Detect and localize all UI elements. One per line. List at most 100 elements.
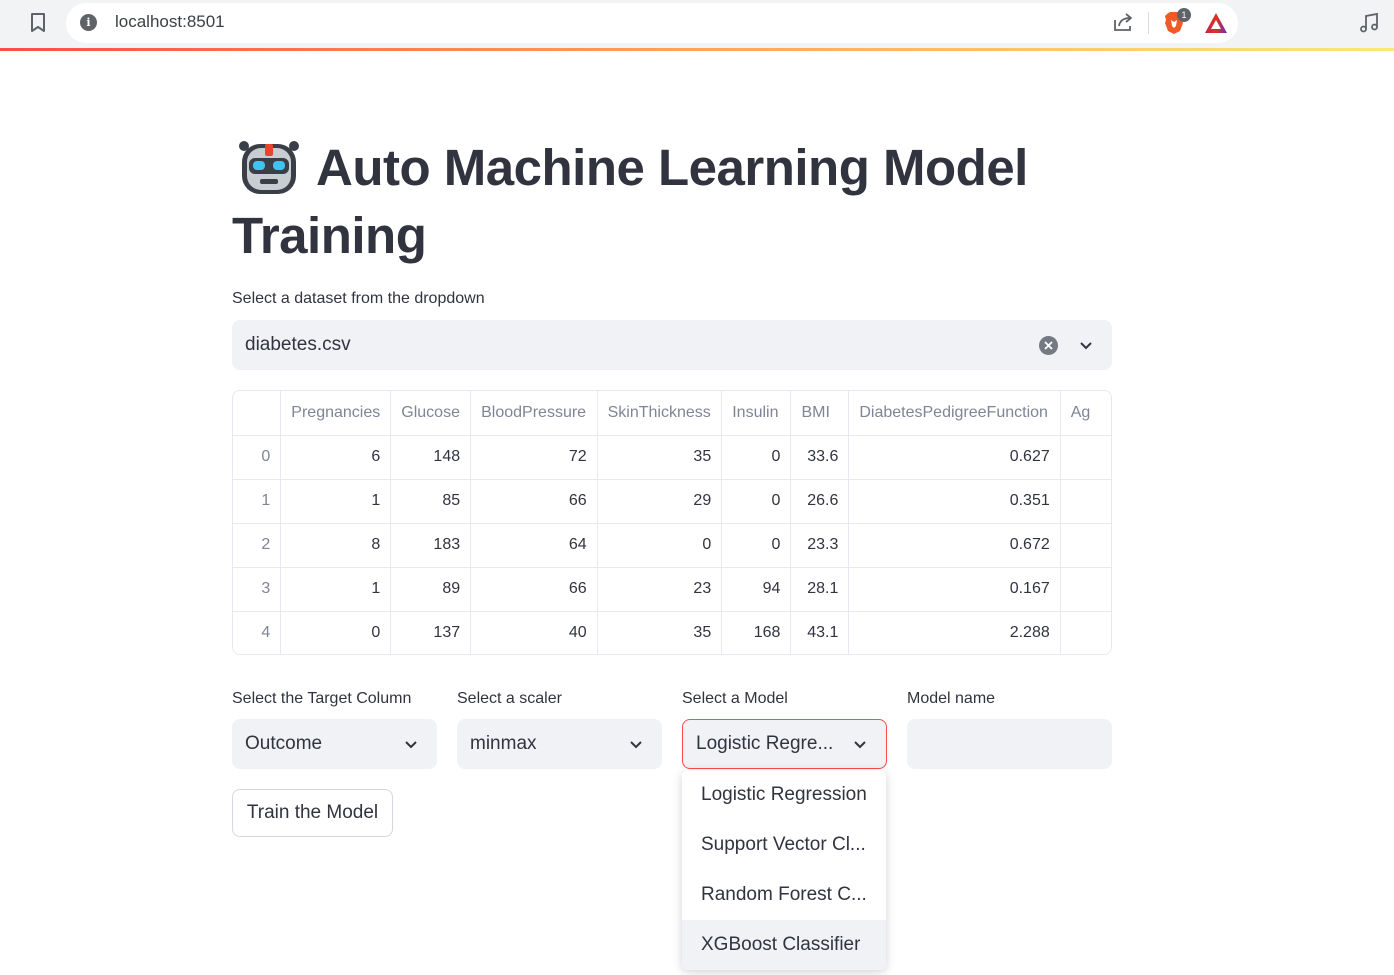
column-header[interactable]: BloodPressure (470, 391, 598, 436)
table-cell[interactable]: 0 (280, 611, 392, 654)
table-cell[interactable] (1060, 611, 1111, 654)
table-cell[interactable]: 183 (390, 523, 472, 568)
table-cell[interactable]: 26.6 (790, 479, 850, 524)
target-select-label: Select the Target Column (232, 690, 412, 707)
dropdown-option[interactable]: XGBoost Classifier (682, 920, 886, 970)
dropdown-option-label: Support Vector Cl... (701, 834, 866, 855)
table-cell[interactable]: 64 (470, 523, 598, 568)
share-icon[interactable] (1112, 11, 1134, 33)
table-cell[interactable]: 6 (280, 435, 392, 480)
table-cell[interactable]: 0 (721, 435, 792, 480)
row-index: 3 (233, 567, 282, 612)
row-index: 2 (233, 523, 282, 568)
target-column-select[interactable]: Outcome (232, 719, 437, 769)
column-header[interactable]: DiabetesPedigreeFunction (848, 391, 1061, 436)
dropdown-option-label: Random Forest C... (701, 884, 867, 905)
dataset-select-label: Select a dataset from the dropdown (232, 290, 485, 307)
table-row: 3 1 89 66 23 94 28.1 0.167 (233, 567, 1111, 612)
page-title-line2: Training (232, 207, 427, 264)
dropdown-option-label: Logistic Regression (701, 784, 867, 805)
table-row: 0 6 148 72 35 0 33.6 0.627 (233, 435, 1111, 480)
table-cell[interactable]: 43.1 (790, 611, 850, 654)
table-header-row: Pregnancies Glucose BloodPressure SkinTh… (233, 391, 1111, 436)
table-cell[interactable]: 85 (390, 479, 472, 524)
table-cell[interactable]: 89 (390, 567, 472, 612)
page-title-line1: Auto Machine Learning Model (316, 139, 1028, 196)
table-row: 2 8 183 64 0 0 23.3 0.672 (233, 523, 1111, 568)
brave-rewards-icon[interactable] (1204, 12, 1228, 34)
bookmark-icon[interactable] (28, 12, 48, 34)
model-name-input[interactable] (907, 719, 1112, 769)
dataset-select-value: diabetes.csv (245, 334, 351, 355)
scaler-select-value: minmax (470, 733, 537, 754)
column-header[interactable]: Insulin (721, 391, 792, 436)
table-cell[interactable]: 35 (597, 611, 723, 654)
table-cell[interactable]: 35 (597, 435, 723, 480)
model-select-label: Select a Model (682, 690, 788, 707)
dataset-select[interactable]: diabetes.csv (232, 320, 1112, 370)
model-dropdown-menu: Logistic Regression Support Vector Cl...… (682, 770, 886, 970)
dropdown-option[interactable]: Logistic Regression (682, 770, 886, 820)
table-cell[interactable]: 1 (280, 567, 392, 612)
table-cell[interactable]: 0.627 (848, 435, 1061, 480)
chevron-down-icon[interactable] (628, 736, 644, 752)
train-model-button[interactable]: Train the Model (232, 789, 393, 837)
app-loading-bar (0, 48, 1394, 51)
page-title: Auto Machine Learning Model Training (232, 134, 1112, 270)
table-row: 4 0 137 40 35 168 43.1 2.288 (233, 611, 1111, 654)
table-cell[interactable]: 137 (390, 611, 472, 654)
table-cell[interactable]: 23.3 (790, 523, 850, 568)
url-text[interactable]: localhost:8501 (115, 12, 225, 32)
address-bar[interactable] (66, 3, 1238, 43)
table-cell[interactable]: 94 (721, 567, 792, 612)
table-cell[interactable]: 40 (470, 611, 598, 654)
site-info-icon[interactable]: i (80, 14, 97, 31)
browser-toolbar: i localhost:8501 1 (0, 0, 1394, 48)
chevron-down-icon[interactable] (852, 736, 868, 752)
table-cell[interactable] (1060, 567, 1111, 612)
table-cell[interactable]: 0 (597, 523, 723, 568)
clear-icon[interactable] (1039, 335, 1058, 355)
table-cell[interactable] (1060, 523, 1111, 568)
row-index: 0 (233, 435, 282, 480)
table-cell[interactable] (1060, 479, 1111, 524)
table-cell[interactable]: 8 (280, 523, 392, 568)
chevron-down-icon[interactable] (1078, 337, 1094, 353)
table-row: 1 1 85 66 29 0 26.6 0.351 (233, 479, 1111, 524)
column-header[interactable]: BMI (790, 391, 850, 436)
model-select[interactable]: Logistic Regre... (682, 719, 887, 769)
dataframe-table[interactable]: Pregnancies Glucose BloodPressure SkinTh… (232, 390, 1112, 655)
row-index: 1 (233, 479, 282, 524)
chevron-down-icon[interactable] (403, 736, 419, 752)
scaler-select-label: Select a scaler (457, 690, 562, 707)
table-cell[interactable]: 0.672 (848, 523, 1061, 568)
table-cell[interactable]: 33.6 (790, 435, 850, 480)
extension-badge: 1 (1177, 8, 1191, 22)
table-cell[interactable] (1060, 435, 1111, 480)
column-header[interactable]: Pregnancies (280, 391, 392, 436)
column-header[interactable]: Ag (1060, 391, 1111, 436)
column-header[interactable]: Glucose (390, 391, 472, 436)
table-cell[interactable]: 28.1 (790, 567, 850, 612)
table-cell[interactable]: 72 (470, 435, 598, 480)
column-header[interactable]: SkinThickness (597, 391, 723, 436)
table-cell[interactable]: 66 (470, 567, 598, 612)
dropdown-option-label: XGBoost Classifier (701, 934, 861, 955)
table-cell[interactable]: 66 (470, 479, 598, 524)
model-select-value: Logistic Regre... (696, 733, 834, 754)
model-name-label: Model name (907, 690, 996, 707)
table-cell[interactable]: 0.351 (848, 479, 1061, 524)
table-cell[interactable]: 168 (721, 611, 792, 654)
dropdown-option[interactable]: Random Forest C... (682, 870, 886, 920)
table-cell[interactable]: 1 (280, 479, 392, 524)
table-cell[interactable]: 23 (597, 567, 723, 612)
table-cell[interactable]: 0.167 (848, 567, 1061, 612)
table-cell[interactable]: 2.288 (848, 611, 1061, 654)
table-cell[interactable]: 0 (721, 523, 792, 568)
table-cell[interactable]: 0 (721, 479, 792, 524)
dropdown-option[interactable]: Support Vector Cl... (682, 820, 886, 870)
table-cell[interactable]: 29 (597, 479, 723, 524)
media-control-icon[interactable] (1357, 11, 1381, 35)
table-cell[interactable]: 148 (390, 435, 472, 480)
scaler-select[interactable]: minmax (457, 719, 662, 769)
